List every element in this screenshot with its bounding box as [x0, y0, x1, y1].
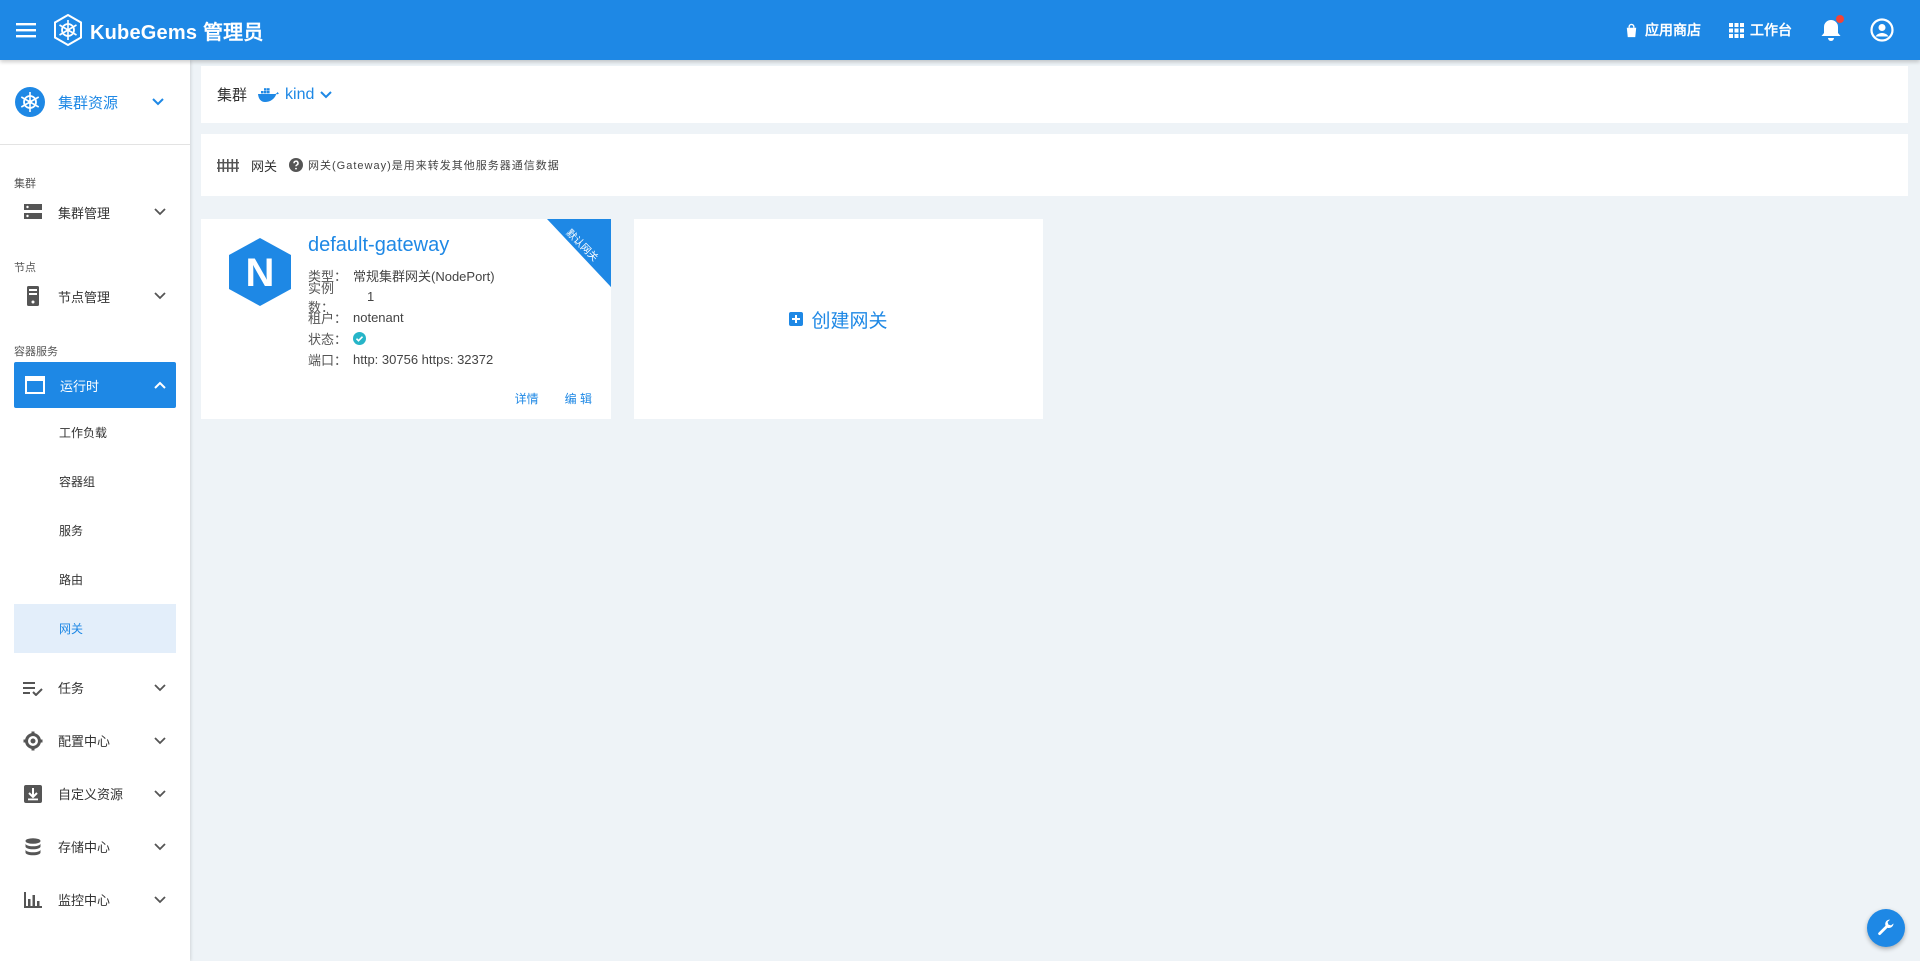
menu-icon[interactable] — [0, 0, 52, 60]
sidebar-item-label: 配置中心 — [58, 734, 111, 749]
tenant-label: 租户： — [308, 311, 348, 326]
sidebar-item-cluster-management[interactable]: 集群管理 — [0, 191, 190, 233]
create-gateway-label: 创建网关 — [811, 310, 888, 332]
gateway-port-row: 端口： http: 30756 https: 32372 — [308, 349, 495, 370]
main-content: 集群 kind 网关 网关(Gateway)是用来转发其他服务器通信数据 默认网… — [201, 60, 1908, 419]
gateway-fence-icon — [217, 159, 239, 172]
workbench-link[interactable]: 工作台 — [1729, 20, 1792, 40]
page-title-bar: 网关 网关(Gateway)是用来转发其他服务器通信数据 — [201, 134, 1908, 196]
gateway-edit-button[interactable]: 编 辑 — [565, 390, 592, 407]
sidebar-item-label: 监控中心 — [58, 893, 111, 908]
account-circle-icon — [1870, 18, 1894, 42]
gear-icon — [22, 730, 44, 752]
top-app-bar: KubeGems 管理员 应用商店 工作台 — [0, 0, 1920, 60]
chevron-up-icon — [154, 381, 166, 389]
brand-title: KubeGems 管理员 — [90, 21, 264, 44]
status-label: 状态： — [308, 332, 348, 347]
gateway-card: 默认网关 N default-gateway 类型： 常规集群网关(NodePor… — [201, 219, 611, 419]
chevron-down-icon — [154, 683, 166, 691]
port-value: http: 30756 https: 32372 — [353, 352, 494, 367]
page-title: 网关 — [251, 158, 278, 174]
docker-whale-icon — [258, 87, 279, 102]
sidebar-item-label: 存储中心 — [58, 840, 111, 855]
sidebar-subitem-route[interactable]: 路由 — [0, 555, 190, 604]
chevron-down-icon — [152, 98, 164, 106]
sidebar-item-label: 集群管理 — [58, 205, 111, 221]
sidebar-item-monitor-center[interactable]: 监控中心 — [0, 873, 190, 926]
app-store-link[interactable]: 应用商店 — [1624, 20, 1701, 40]
bar-chart-icon — [22, 889, 44, 911]
sidebar-subitem-service[interactable]: 服务 — [0, 506, 190, 555]
chevron-down-icon — [154, 895, 166, 903]
tenant-value: notenant — [353, 310, 404, 325]
help-circle-icon — [289, 158, 304, 172]
create-gateway-button[interactable]: 创建网关 — [634, 219, 1043, 419]
section-title-node: 节点 — [14, 262, 36, 274]
section-title-cluster: 集群 — [14, 178, 36, 190]
sidebar-item-storage-center[interactable]: 存储中心 — [0, 820, 190, 873]
gateway-cards: 默认网关 N default-gateway 类型： 常规集群网关(NodePor… — [201, 219, 1908, 419]
database-icon — [22, 836, 44, 858]
page-tip: 网关(Gateway)是用来转发其他服务器通信数据 — [289, 157, 560, 173]
sidebar-subitem-workload[interactable]: 工作负载 — [0, 408, 190, 457]
gateway-name-link[interactable]: default-gateway — [308, 234, 449, 257]
gateway-info: 类型： 常规集群网关(NodePort) 实例数： 1 租户： notenant 状态… — [308, 265, 495, 370]
kubegems-logo-icon — [54, 14, 82, 46]
chevron-down-icon — [154, 208, 166, 216]
gateway-status-row: 状态： — [308, 328, 495, 349]
add-box-icon — [789, 312, 804, 326]
chevron-down-icon — [154, 736, 166, 744]
wrench-fab-button[interactable] — [1867, 909, 1905, 947]
workbench-label: 工作台 — [1750, 22, 1792, 38]
sidebar-item-custom-resource[interactable]: 自定义资源 — [0, 767, 190, 820]
cluster-label: 集群 — [217, 87, 248, 104]
section-title-container: 容器服务 — [14, 346, 58, 358]
server-icon — [22, 201, 44, 223]
sidebar-item-config-center[interactable]: 配置中心 — [0, 714, 190, 767]
shopping-bag-icon — [1626, 23, 1637, 37]
window-icon — [24, 374, 46, 396]
chevron-down-icon — [154, 842, 166, 850]
type-value: 常规集群网关(NodePort) — [353, 269, 495, 284]
gateway-tenant-row: 租户： notenant — [308, 307, 495, 328]
download-box-icon — [22, 783, 44, 805]
nginx-logo-icon: N — [229, 238, 291, 306]
gateway-replicas-row: 实例数： 1 — [308, 281, 495, 315]
notification-button[interactable] — [1820, 15, 1844, 42]
status-check-icon — [353, 332, 366, 345]
cluster-selector-bar: 集群 kind — [201, 66, 1908, 123]
user-account-button[interactable] — [1870, 18, 1894, 42]
nginx-logo-letter: N — [246, 251, 275, 295]
port-label: 端口： — [308, 353, 348, 368]
chevron-down-icon — [154, 292, 166, 300]
chevron-down-icon — [320, 90, 333, 98]
chevron-down-icon — [154, 789, 166, 797]
wrench-icon — [1878, 919, 1894, 936]
sidebar-item-node-management[interactable]: 节点管理 — [0, 275, 190, 317]
sidebar-item-label: 节点管理 — [58, 289, 111, 305]
sidebar: 集群资源 集群 集群管理 节点 节点管理 容器服务 运行时 工作负载 容器组 服… — [0, 60, 190, 961]
sidebar-subitem-pod[interactable]: 容器组 — [0, 457, 190, 506]
sidebar-item-label: 任务 — [58, 681, 85, 696]
node-icon — [22, 285, 44, 307]
notification-dot — [1836, 15, 1844, 23]
resource-switcher-label: 集群资源 — [58, 94, 119, 112]
replicas-value: 1 — [367, 289, 375, 304]
kubernetes-wheel-icon — [15, 87, 45, 117]
gateway-actions: 详情 编 辑 — [515, 390, 592, 407]
sidebar-subitem-gateway[interactable]: 网关 — [14, 604, 176, 653]
sidebar-item-runtime[interactable]: 运行时 — [14, 362, 176, 408]
app-store-label: 应用商店 — [1645, 22, 1701, 38]
grid-icon — [1729, 22, 1744, 38]
brand-logo[interactable]: KubeGems 管理员 — [52, 14, 264, 46]
page-tip-text: 网关(Gateway)是用来转发其他服务器通信数据 — [308, 160, 560, 172]
sidebar-item-label: 运行时 — [60, 378, 100, 394]
sidebar-item-label: 自定义资源 — [58, 787, 124, 802]
gateway-detail-button[interactable]: 详情 — [515, 390, 539, 407]
resource-switcher[interactable]: 集群资源 — [0, 60, 190, 145]
checklist-icon — [22, 677, 44, 699]
cluster-selector[interactable]: kind — [257, 85, 333, 104]
sidebar-item-task[interactable]: 任务 — [0, 661, 190, 714]
cluster-name: kind — [285, 85, 315, 103]
